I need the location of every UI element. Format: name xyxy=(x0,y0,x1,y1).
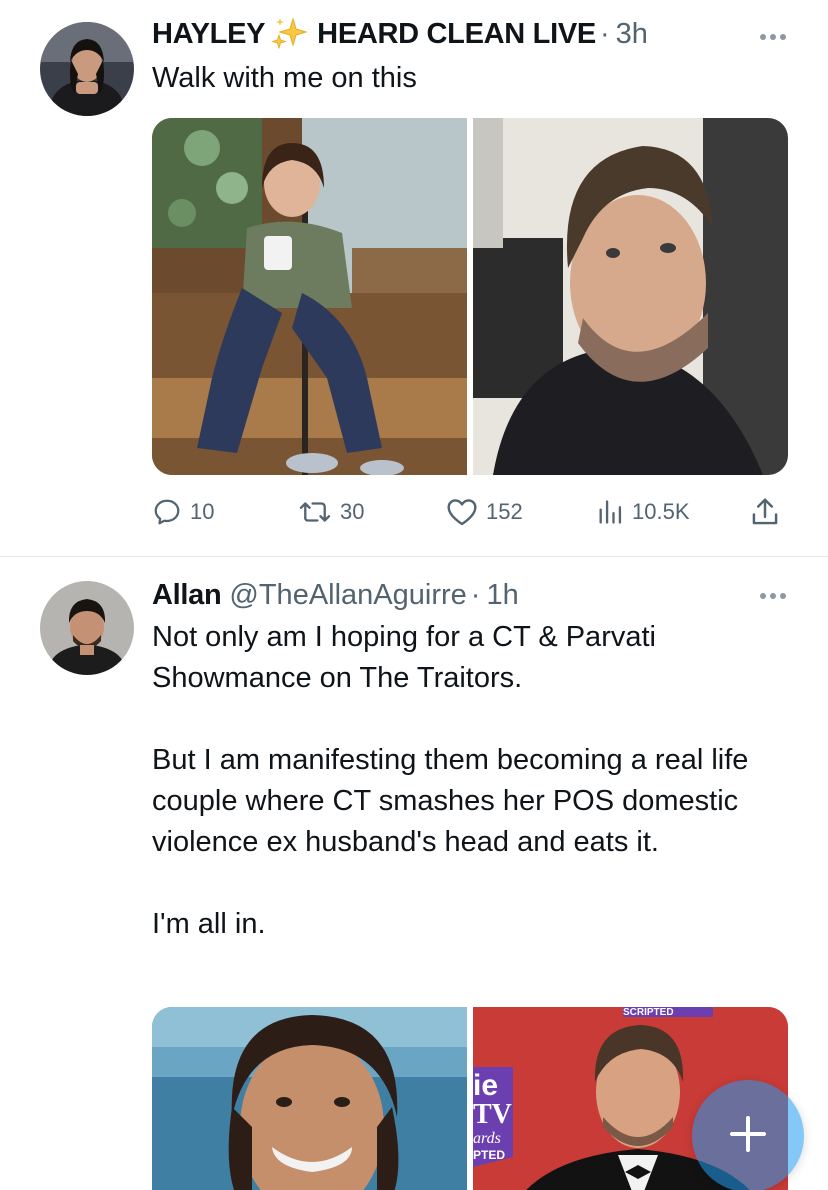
analytics-bar-icon xyxy=(596,497,624,527)
more-options-icon[interactable] xyxy=(760,34,786,40)
backdrop-sign-text-4: PTED xyxy=(473,1148,505,1162)
retweet-icon xyxy=(298,497,332,527)
tweet-header: Allan @TheAllanAguirre · 1h xyxy=(152,577,519,613)
reply-count: 10 xyxy=(190,499,215,524)
tweet[interactable]: HAYLEY HEARD CLEAN LIVE · 3h Walk with m… xyxy=(0,0,828,556)
media-grid: SCRIPTED ie TV ards PTED xyxy=(152,1007,788,1190)
backdrop-sign-text-3: ards xyxy=(473,1130,501,1147)
heart-icon xyxy=(446,497,478,527)
views-button[interactable]: 10.5K xyxy=(596,494,690,530)
like-button[interactable]: 152 xyxy=(446,494,523,530)
backdrop-sign-text-2: TV xyxy=(473,1099,512,1130)
display-name[interactable]: Allan xyxy=(152,579,222,612)
tweet[interactable]: Allan @TheAllanAguirre · 1h Not only am … xyxy=(0,556,828,1190)
backdrop-banner-text: SCRIPTED xyxy=(623,1007,674,1018)
photo-man-haircut[interactable] xyxy=(473,118,788,475)
tweet-text: Walk with me on this xyxy=(152,62,417,94)
share-button[interactable] xyxy=(750,494,780,530)
photo-woman-smiling[interactable] xyxy=(152,1007,467,1190)
sparkles-emoji-icon xyxy=(271,17,309,51)
user-handle[interactable]: @TheAllanAguirre xyxy=(229,579,466,612)
avatar[interactable] xyxy=(40,581,134,675)
timestamp[interactable]: 1h xyxy=(486,579,518,612)
tweet-actions: 10 30 152 10.5K xyxy=(152,494,788,530)
separator-dot: · xyxy=(470,578,481,611)
retweet-count: 30 xyxy=(340,499,365,524)
tweet-header: HAYLEY HEARD CLEAN LIVE · 3h xyxy=(152,16,648,52)
photo-woman-on-bench[interactable] xyxy=(152,118,467,475)
share-icon xyxy=(750,496,780,528)
backdrop-sign-text-1: ie xyxy=(473,1069,498,1102)
compose-tweet-button[interactable] xyxy=(692,1080,804,1190)
display-name-suffix[interactable]: HEARD CLEAN LIVE xyxy=(317,18,596,51)
like-count: 152 xyxy=(486,499,523,524)
reply-icon xyxy=(152,497,182,527)
separator-dot: · xyxy=(599,17,610,50)
avatar[interactable] xyxy=(40,22,134,116)
retweet-button[interactable]: 30 xyxy=(298,494,364,530)
tweet-text: Not only am I hoping for a CT & Parvati … xyxy=(152,621,749,940)
reply-button[interactable]: 10 xyxy=(152,494,214,530)
display-name[interactable]: HAYLEY xyxy=(152,18,265,51)
media-grid xyxy=(152,118,788,475)
view-count: 10.5K xyxy=(632,499,690,524)
timestamp[interactable]: 3h xyxy=(616,18,648,51)
more-options-icon[interactable] xyxy=(760,593,786,599)
plus-icon xyxy=(728,1114,768,1159)
